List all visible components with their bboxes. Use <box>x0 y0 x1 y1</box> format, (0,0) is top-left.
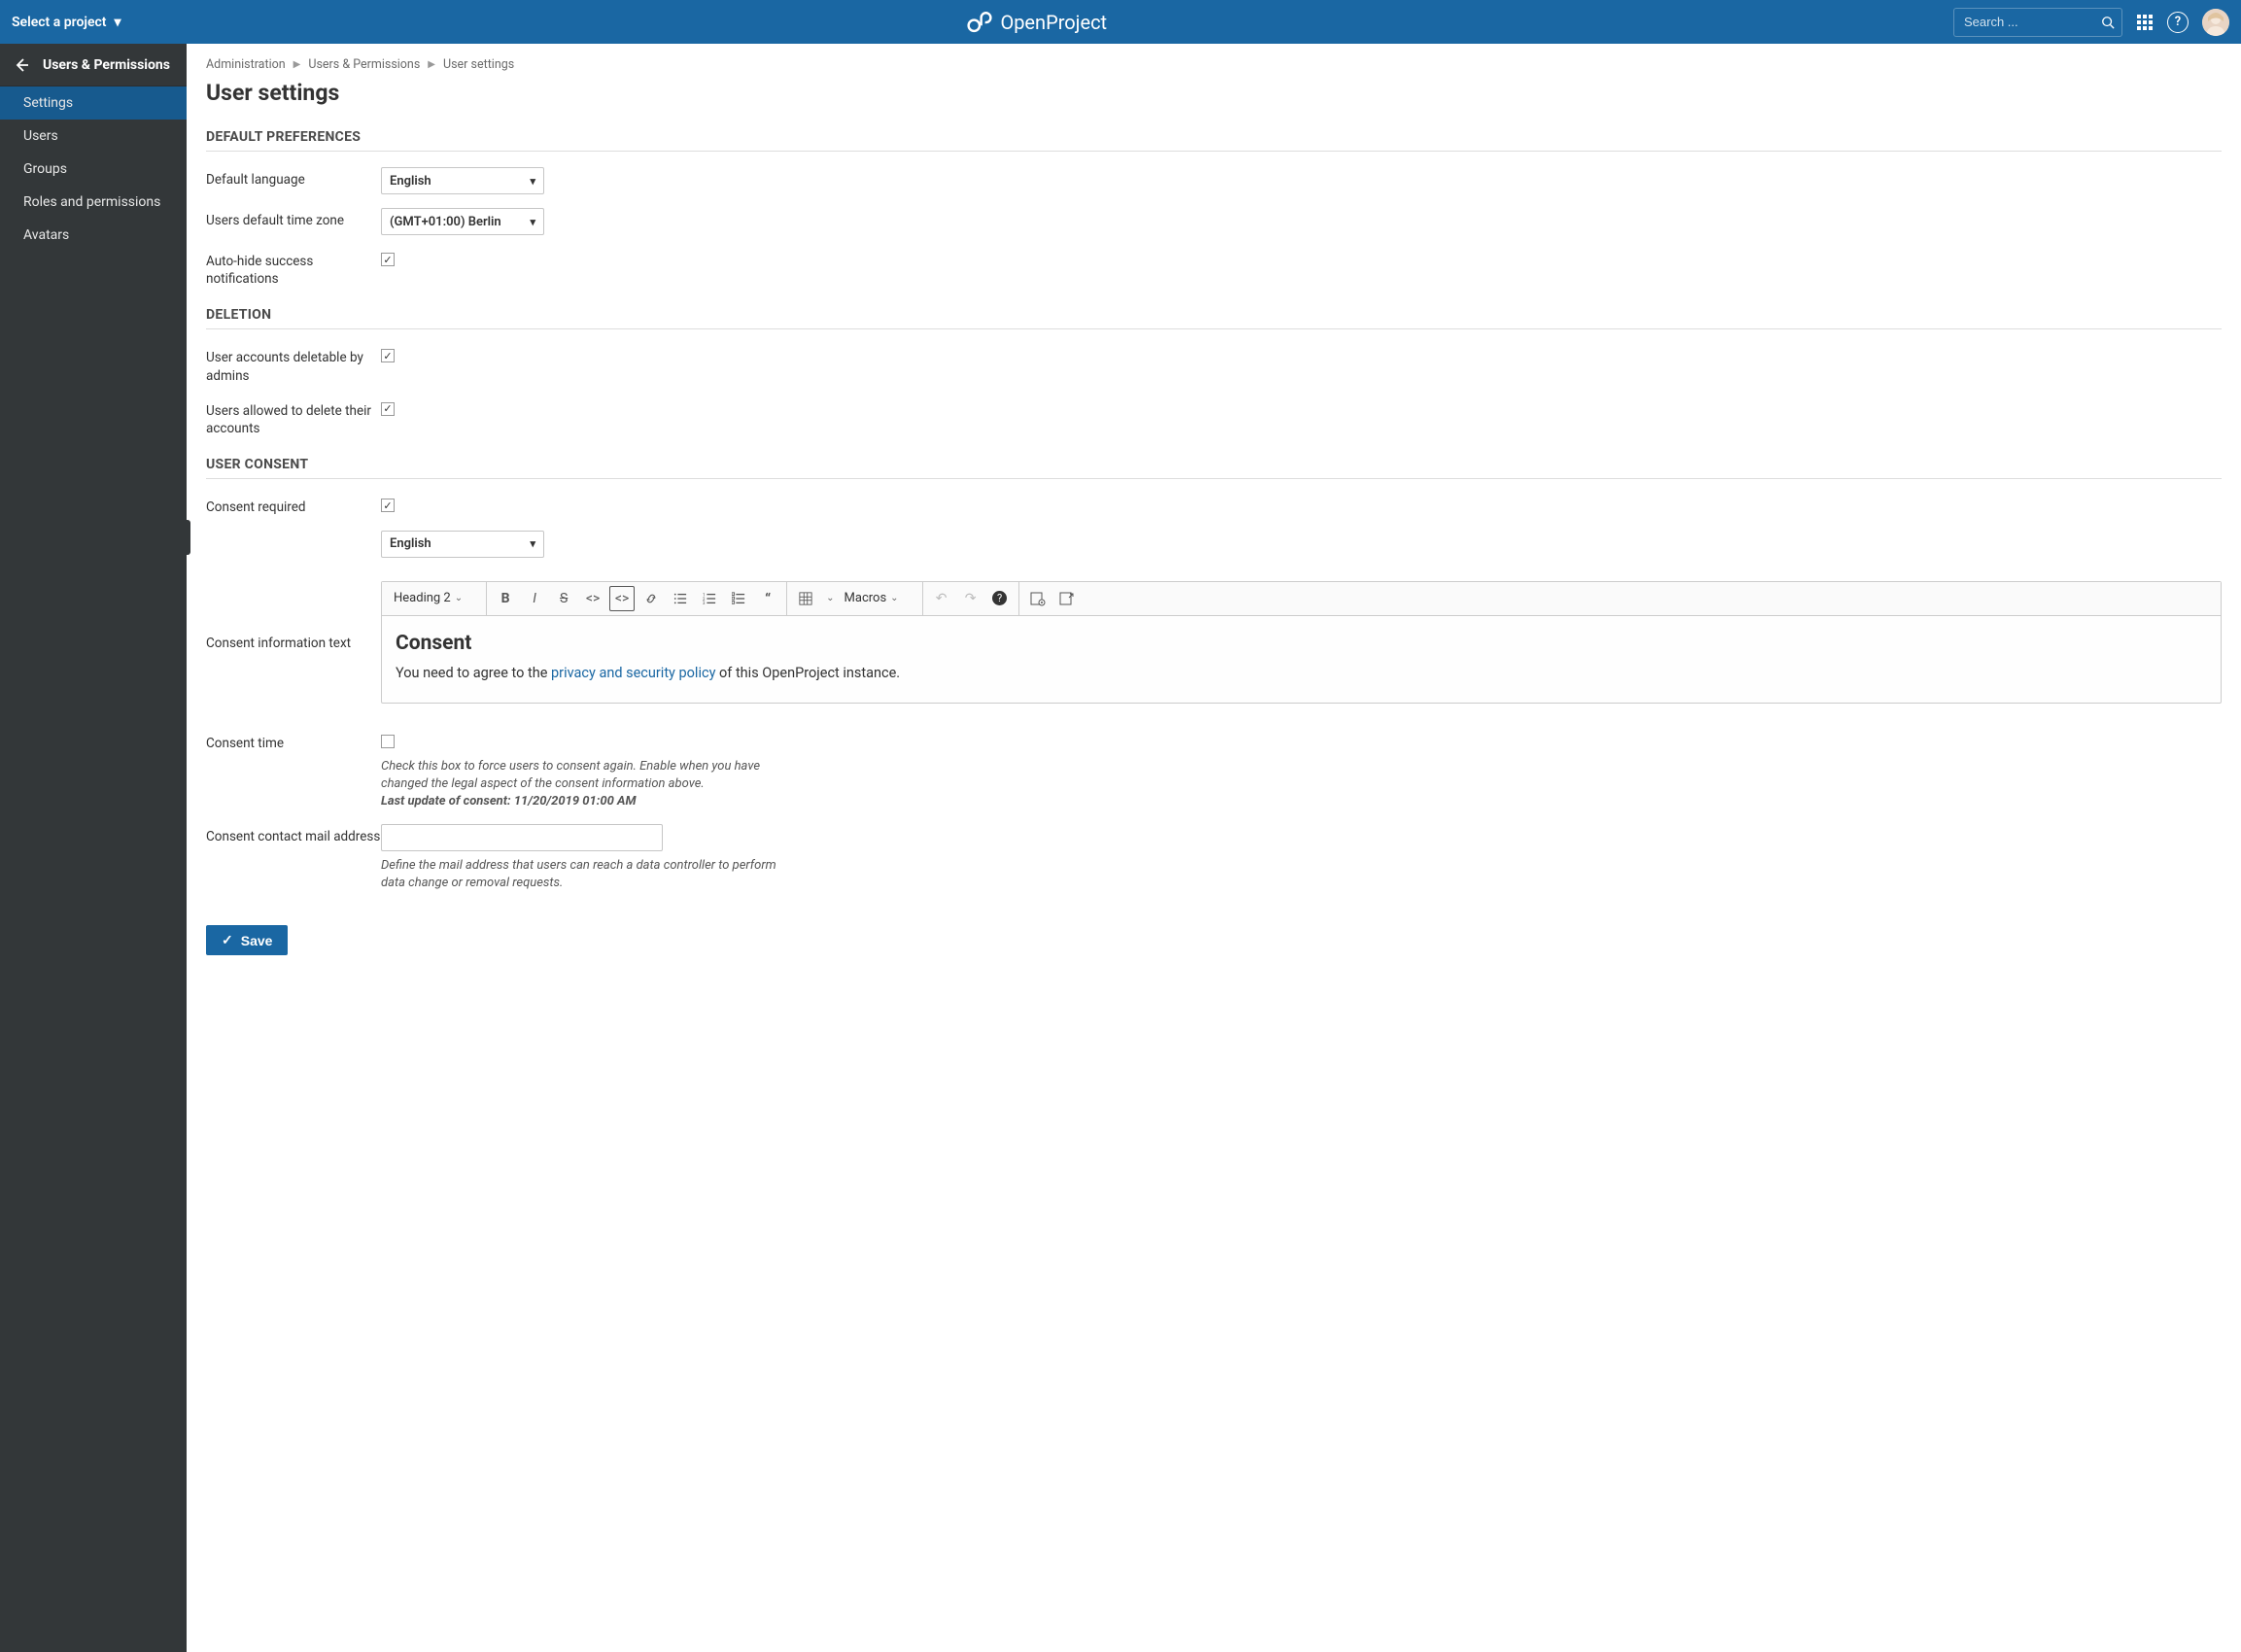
code-icon[interactable]: <> <box>580 586 605 611</box>
topbar: Select a project ▾ OpenProject ? <box>0 0 2241 44</box>
label-consent-info: Consent information text <box>206 631 381 652</box>
table-icon[interactable] <box>793 586 818 611</box>
sidebar-item-groups[interactable]: Groups <box>0 153 187 186</box>
label-auto-hide: Auto-hide success notifications <box>206 249 381 288</box>
chevron-right-icon: ▶ <box>293 59 301 70</box>
select-default-timezone[interactable]: (GMT+01:00) Berlin <box>381 208 544 235</box>
todo-list-icon[interactable] <box>726 586 751 611</box>
label-deletable-admins: User accounts deletable by admins <box>206 345 381 384</box>
label-empty <box>206 531 381 534</box>
preview-icon[interactable] <box>1025 586 1051 611</box>
section-rule <box>206 151 2222 152</box>
project-selector[interactable]: Select a project ▾ <box>12 15 121 30</box>
label-users-delete-own: Users allowed to delete their accounts <box>206 398 381 437</box>
chevron-right-icon: ▶ <box>428 59 435 70</box>
editor-heading: Consent <box>396 632 2207 655</box>
avatar[interactable] <box>2202 9 2229 36</box>
sidebar-title: Users & Permissions <box>43 57 170 73</box>
topbar-center: OpenProject <box>121 10 1953 35</box>
checkbox-consent-required[interactable] <box>381 499 395 512</box>
section-rule <box>206 478 2222 479</box>
sidebar-item-users[interactable]: Users <box>0 120 187 153</box>
checkbox-deletable-admins[interactable] <box>381 349 395 362</box>
bullet-list-icon[interactable] <box>668 586 693 611</box>
bold-icon[interactable]: B <box>493 586 518 611</box>
sidebar-resize-handle[interactable] <box>183 520 190 555</box>
strike-icon[interactable]: S <box>551 586 576 611</box>
undo-icon[interactable]: ↶ <box>929 586 954 611</box>
quote-icon[interactable]: “ <box>755 586 780 611</box>
main-content: Administration ▶ Users & Permissions ▶ U… <box>187 44 2241 1652</box>
chevron-down-icon: ⌄ <box>890 593 898 603</box>
select-default-language[interactable]: English <box>381 167 544 194</box>
search-wrap <box>1953 8 2122 37</box>
checkbox-users-delete-own[interactable] <box>381 402 395 416</box>
redo-icon[interactable]: ↷ <box>958 586 983 611</box>
code-block-icon[interactable]: <> <box>609 586 635 611</box>
label-default-timezone: Users default time zone <box>206 208 381 229</box>
privacy-link[interactable]: privacy and security policy <box>551 665 715 681</box>
chevron-down-icon: ▾ <box>115 15 121 30</box>
help-text-consent-contact: Define the mail address that users can r… <box>381 857 779 892</box>
breadcrumb-item[interactable]: Administration <box>206 57 286 72</box>
breadcrumb-item[interactable]: Users & Permissions <box>308 57 420 72</box>
help-text-consent-time: Check this box to force users to consent… <box>381 758 779 811</box>
toolbar-heading-select[interactable]: Heading 2⌄ <box>388 586 480 611</box>
rich-text-editor: Heading 2⌄ B I S <> <> 123 “ <box>381 581 2222 704</box>
chevron-down-icon[interactable]: ⌄ <box>826 593 834 603</box>
save-label: Save <box>241 933 273 948</box>
select-consent-language[interactable]: English <box>381 531 544 558</box>
section-rule <box>206 328 2222 329</box>
toolbar-macros-select[interactable]: Macros⌄ <box>839 586 916 611</box>
editor-toolbar: Heading 2⌄ B I S <> <> 123 “ <box>382 582 2221 616</box>
sidebar-item-avatars[interactable]: Avatars <box>0 219 187 252</box>
openproject-logo-icon <box>967 10 992 35</box>
section-user-consent: USER CONSENT <box>206 457 2222 472</box>
label-consent-contact: Consent contact mail address <box>206 824 381 845</box>
sidebar-item-roles[interactable]: Roles and permissions <box>0 186 187 219</box>
section-deletion: DELETION <box>206 307 2222 323</box>
sidebar-header: Users & Permissions <box>0 44 187 86</box>
check-icon: ✓ <box>222 932 233 948</box>
label-consent-time: Consent time <box>206 731 381 752</box>
help-icon[interactable]: ? <box>2167 12 2189 33</box>
link-icon[interactable] <box>638 586 664 611</box>
section-default-prefs: DEFAULT PREFERENCES <box>206 129 2222 145</box>
app-logo-text: OpenProject <box>1000 11 1107 34</box>
checkbox-consent-time[interactable] <box>381 735 395 748</box>
app-logo[interactable]: OpenProject <box>967 10 1107 35</box>
chevron-down-icon: ⌄ <box>455 593 463 603</box>
label-consent-required: Consent required <box>206 495 381 516</box>
svg-text:3: 3 <box>703 602 706 605</box>
apps-grid-icon[interactable] <box>2136 14 2154 31</box>
page-title: User settings <box>206 80 2222 106</box>
project-selector-label: Select a project <box>12 15 107 30</box>
label-default-language: Default language <box>206 167 381 189</box>
breadcrumb-item: User settings <box>443 57 514 72</box>
editor-paragraph: You need to agree to the privacy and sec… <box>396 665 2207 681</box>
back-arrow-icon[interactable] <box>14 57 29 73</box>
search-input[interactable] <box>1953 8 2122 37</box>
topbar-right: ? <box>1953 8 2229 37</box>
checkbox-auto-hide[interactable] <box>381 253 395 266</box>
fullscreen-icon[interactable] <box>1054 586 1080 611</box>
breadcrumb: Administration ▶ Users & Permissions ▶ U… <box>206 57 2222 72</box>
number-list-icon[interactable]: 123 <box>697 586 722 611</box>
italic-icon[interactable]: I <box>522 586 547 611</box>
sidebar: Users & Permissions Settings Users Group… <box>0 44 187 1652</box>
input-consent-contact[interactable] <box>381 824 663 851</box>
save-button[interactable]: ✓ Save <box>206 925 288 955</box>
editor-body[interactable]: Consent You need to agree to the privacy… <box>382 616 2221 703</box>
sidebar-item-settings[interactable]: Settings <box>0 86 187 120</box>
help-editor-icon[interactable]: ? <box>987 586 1013 611</box>
